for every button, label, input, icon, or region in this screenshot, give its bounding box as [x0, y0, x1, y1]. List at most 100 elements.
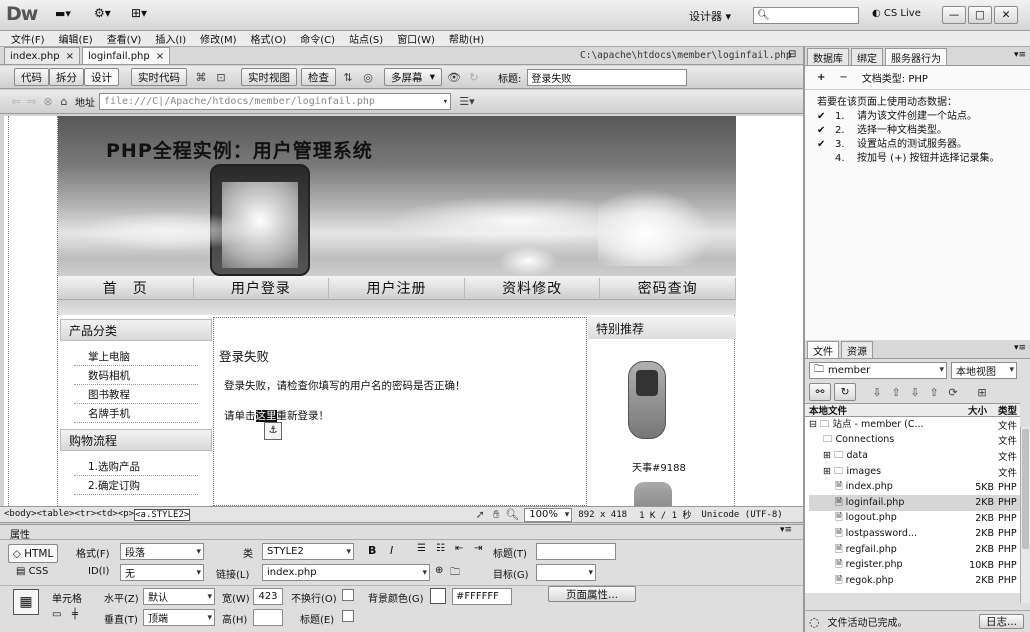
width-input[interactable]: 423: [253, 588, 283, 605]
minimize-button[interactable]: —: [942, 6, 966, 24]
stop-icon[interactable]: ⊗: [40, 94, 56, 110]
layout-menu-button[interactable]: ▬▾: [55, 7, 71, 20]
maximize-button[interactable]: □: [968, 6, 992, 24]
col-size[interactable]: 大小: [968, 403, 994, 417]
code-view-button[interactable]: 代码: [14, 68, 49, 86]
sidebar-link[interactable]: 掌上电脑: [74, 347, 198, 366]
html-mode-button[interactable]: ◇ HTML: [8, 544, 58, 563]
step-text[interactable]: 请为该文件创建一个站点。: [857, 110, 1007, 124]
unordered-list-icon[interactable]: ☰: [417, 543, 426, 554]
workspace-switcher[interactable]: 设计器 ▾: [689, 8, 731, 24]
inspect-button[interactable]: 检查: [301, 68, 336, 86]
zoom-tool-icon[interactable]: 🔍︎: [504, 507, 520, 523]
file-row[interactable]: 🗎︎ register.php 10KB PHP: [809, 557, 1020, 573]
indent-icon[interactable]: ⇥: [474, 543, 482, 554]
nav-item[interactable]: 首 页: [58, 277, 194, 298]
panel-menu-icon[interactable]: ▾≡: [1014, 343, 1026, 353]
file-row[interactable]: 🗎︎ logout.php 2KB PHP: [809, 511, 1020, 527]
expand-icon[interactable]: ⊞: [974, 384, 990, 400]
tab-assets[interactable]: 资源: [841, 341, 873, 358]
site-menu-button[interactable]: ⊞▾: [131, 6, 147, 20]
menu-item[interactable]: 窗口(W): [397, 31, 435, 46]
file-row[interactable]: ⊞ 🗀︎ images 文件: [809, 464, 1020, 480]
sidebar-link[interactable]: 图书教程: [74, 385, 198, 404]
design-view-canvas[interactable]: PHP全程实例：用户管理系统 首 页用户登录 用户注册 资料修改 密码查询 产品分类 …: [4, 116, 803, 506]
anchor-marker-icon[interactable]: ⚓︎: [264, 422, 282, 440]
browser-preview-icon[interactable]: ◎: [360, 69, 376, 85]
height-input[interactable]: [253, 609, 283, 626]
live-code-button[interactable]: 实时代码: [131, 68, 187, 86]
nav-item[interactable]: 资料修改: [465, 277, 601, 298]
design-view-button[interactable]: 设计: [84, 68, 119, 86]
point-to-file-icon[interactable]: ⊕: [435, 565, 443, 576]
italic-button[interactable]: I: [390, 544, 393, 557]
tag-selector-item[interactable]: <a.STYLE2>: [134, 508, 191, 521]
browser-options-icon[interactable]: ☰▾: [459, 94, 475, 110]
bgcolor-input[interactable]: #FFFFFF: [452, 588, 512, 605]
tab-index-php[interactable]: index.php ×: [4, 47, 80, 64]
bold-button[interactable]: B: [368, 544, 376, 557]
tab-server-behaviors[interactable]: 服务器行为: [885, 48, 947, 65]
check-out-icon[interactable]: ⇩: [907, 384, 923, 400]
cslive-button[interactable]: ◐ CS Live: [872, 8, 921, 19]
address-input[interactable]: file:///C|/Apache/htdocs/member/loginfai…: [99, 93, 451, 110]
remove-icon[interactable]: −: [839, 72, 847, 83]
extend-menu-button[interactable]: ⚙▾: [94, 6, 111, 20]
link-input[interactable]: index.php: [262, 564, 430, 581]
menu-item[interactable]: 文件(F): [11, 31, 45, 46]
help-search-input[interactable]: 🔍︎: [753, 7, 859, 24]
retry-link[interactable]: 这里: [255, 410, 277, 422]
restore-doc-icon[interactable]: ⊟: [788, 49, 796, 60]
merge-cells-icon[interactable]: ▭: [52, 609, 61, 620]
menu-item[interactable]: 命令(C): [300, 31, 335, 46]
split-cell-icon[interactable]: ╪: [72, 609, 78, 620]
sidebar-link[interactable]: 1.选购产品: [74, 457, 198, 476]
check-in-icon[interactable]: ⇧: [926, 384, 942, 400]
col-type[interactable]: 类型: [994, 403, 1020, 417]
vert-select[interactable]: 顶端: [143, 609, 215, 626]
file-row[interactable]: ⊟ 🗀︎ 站点 - member (C... 文件: [809, 417, 1020, 433]
forward-icon[interactable]: ⇨: [24, 94, 40, 110]
page-properties-button[interactable]: 页面属性...: [548, 586, 636, 602]
file-row[interactable]: ⊞ 🗀︎ data 文件: [809, 448, 1020, 464]
class-select[interactable]: STYLE2: [262, 543, 354, 560]
files-scrollbar[interactable]: [1020, 427, 1030, 603]
col-name[interactable]: 本地文件: [809, 403, 968, 417]
put-files-icon[interactable]: ⇧: [888, 384, 904, 400]
sidebar-link[interactable]: 数码相机: [74, 366, 198, 385]
multiscreen-button[interactable]: 多屏幕 ▾: [384, 68, 442, 86]
file-row[interactable]: 🗎︎ regok.php 2KB PHP: [809, 573, 1020, 589]
refresh-icon[interactable]: ↻: [834, 383, 856, 401]
menu-item[interactable]: 插入(I): [155, 31, 186, 46]
expand-toggle-icon[interactable]: ⊞: [823, 450, 834, 461]
title-input[interactable]: 登录失败: [527, 68, 688, 86]
title-attr-input[interactable]: [536, 543, 616, 560]
step-text[interactable]: 设置站点的测试服务器。: [857, 138, 1007, 152]
menu-item[interactable]: 站点(S): [349, 31, 383, 46]
tab-loginfail-php[interactable]: loginfail.php ×: [81, 47, 171, 64]
tag-selector-item[interactable]: <p>: [118, 509, 134, 521]
add-icon[interactable]: +: [817, 72, 825, 83]
select-tool-icon[interactable]: ➚: [472, 507, 488, 523]
sidebar-link[interactable]: 2.确定订购: [74, 476, 198, 495]
file-row[interactable]: 🗎︎ index.php 5KB PHP: [809, 479, 1020, 495]
file-management-icon[interactable]: ⇅: [340, 69, 356, 85]
menu-item[interactable]: 帮助(H): [449, 31, 484, 46]
live-view-button[interactable]: 实时视图: [241, 68, 297, 86]
connect-icon[interactable]: ⚯: [809, 383, 831, 401]
header-checkbox[interactable]: [342, 610, 354, 622]
menu-item[interactable]: 格式(O): [251, 31, 287, 46]
file-row[interactable]: 🗎︎ loginfail.php 2KB PHP: [809, 494, 1020, 511]
log-button[interactable]: 日志...: [978, 614, 1024, 629]
preview-icon[interactable]: ⊡: [213, 69, 229, 85]
bgcolor-swatch[interactable]: [430, 588, 446, 604]
id-select[interactable]: 无: [120, 564, 204, 581]
menu-item[interactable]: 查看(V): [107, 31, 142, 46]
back-icon[interactable]: ⇦: [8, 94, 24, 110]
css-mode-button[interactable]: ▤ CSS: [16, 566, 48, 577]
ordered-list-icon[interactable]: ☷: [436, 543, 445, 554]
visual-aids-icon[interactable]: 👁︎: [446, 69, 462, 85]
nowrap-checkbox[interactable]: [342, 589, 354, 601]
tag-selector-item[interactable]: <table>: [37, 509, 75, 521]
menu-item[interactable]: 编辑(E): [59, 31, 93, 46]
